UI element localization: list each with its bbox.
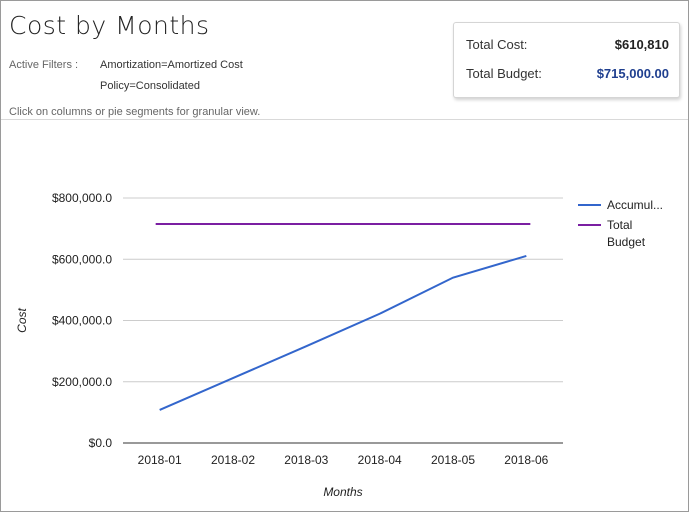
y-tick-label: $800,000.0 xyxy=(52,191,112,205)
total-cost-row: Total Cost: $610,810 xyxy=(466,37,669,57)
active-filters-label: Active Filters : xyxy=(9,59,78,71)
total-budget-label: Total Budget: xyxy=(466,66,542,81)
page-title: Cost by Months xyxy=(9,11,210,40)
y-tick-label: $0.0 xyxy=(89,436,113,450)
series-line xyxy=(160,256,527,410)
chart-panel: Cost by Months Active Filters : Amortiza… xyxy=(0,0,689,512)
filter-policy: Policy=Consolidated xyxy=(100,80,200,92)
y-tick-label: $400,000.0 xyxy=(52,314,112,328)
total-budget-value: $715,000.00 xyxy=(597,66,669,81)
x-tick-label: 2018-03 xyxy=(284,453,328,467)
x-tick-label: 2018-02 xyxy=(211,453,255,467)
legend-label-accumulated: Accumul... xyxy=(607,198,663,212)
total-cost-label: Total Cost: xyxy=(466,37,527,52)
x-axis-title: Months xyxy=(323,485,362,499)
x-tick-label: 2018-05 xyxy=(431,453,475,467)
y-tick-label: $600,000.0 xyxy=(52,252,112,266)
line-chart[interactable]: $0.0 $200,000.0 $400,000.0 $600,000.0 $800,0… xyxy=(1,120,688,510)
chart-area: $0.0 $200,000.0 $400,000.0 $600,000.0 $800,0… xyxy=(1,120,688,515)
total-cost-value: $610,810 xyxy=(615,37,669,52)
filter-amortization: Amortization=Amortized Cost xyxy=(100,59,243,71)
granular-view-hint: Click on columns or pie segments for gra… xyxy=(9,106,260,118)
y-tick-label: $200,000.0 xyxy=(52,375,112,389)
panel-header: Cost by Months Active Filters : Amortiza… xyxy=(1,1,688,120)
legend-label-budget: Budget xyxy=(607,235,646,249)
total-budget-row: Total Budget: $715,000.00 xyxy=(466,66,669,86)
legend-label-budget: Total xyxy=(607,218,632,232)
x-tick-label: 2018-04 xyxy=(358,453,402,467)
x-tick-label: 2018-01 xyxy=(138,453,182,467)
summary-card: Total Cost: $610,810 Total Budget: $715,… xyxy=(453,22,680,98)
x-tick-label: 2018-06 xyxy=(504,453,548,467)
y-axis-title: Cost xyxy=(15,308,29,333)
